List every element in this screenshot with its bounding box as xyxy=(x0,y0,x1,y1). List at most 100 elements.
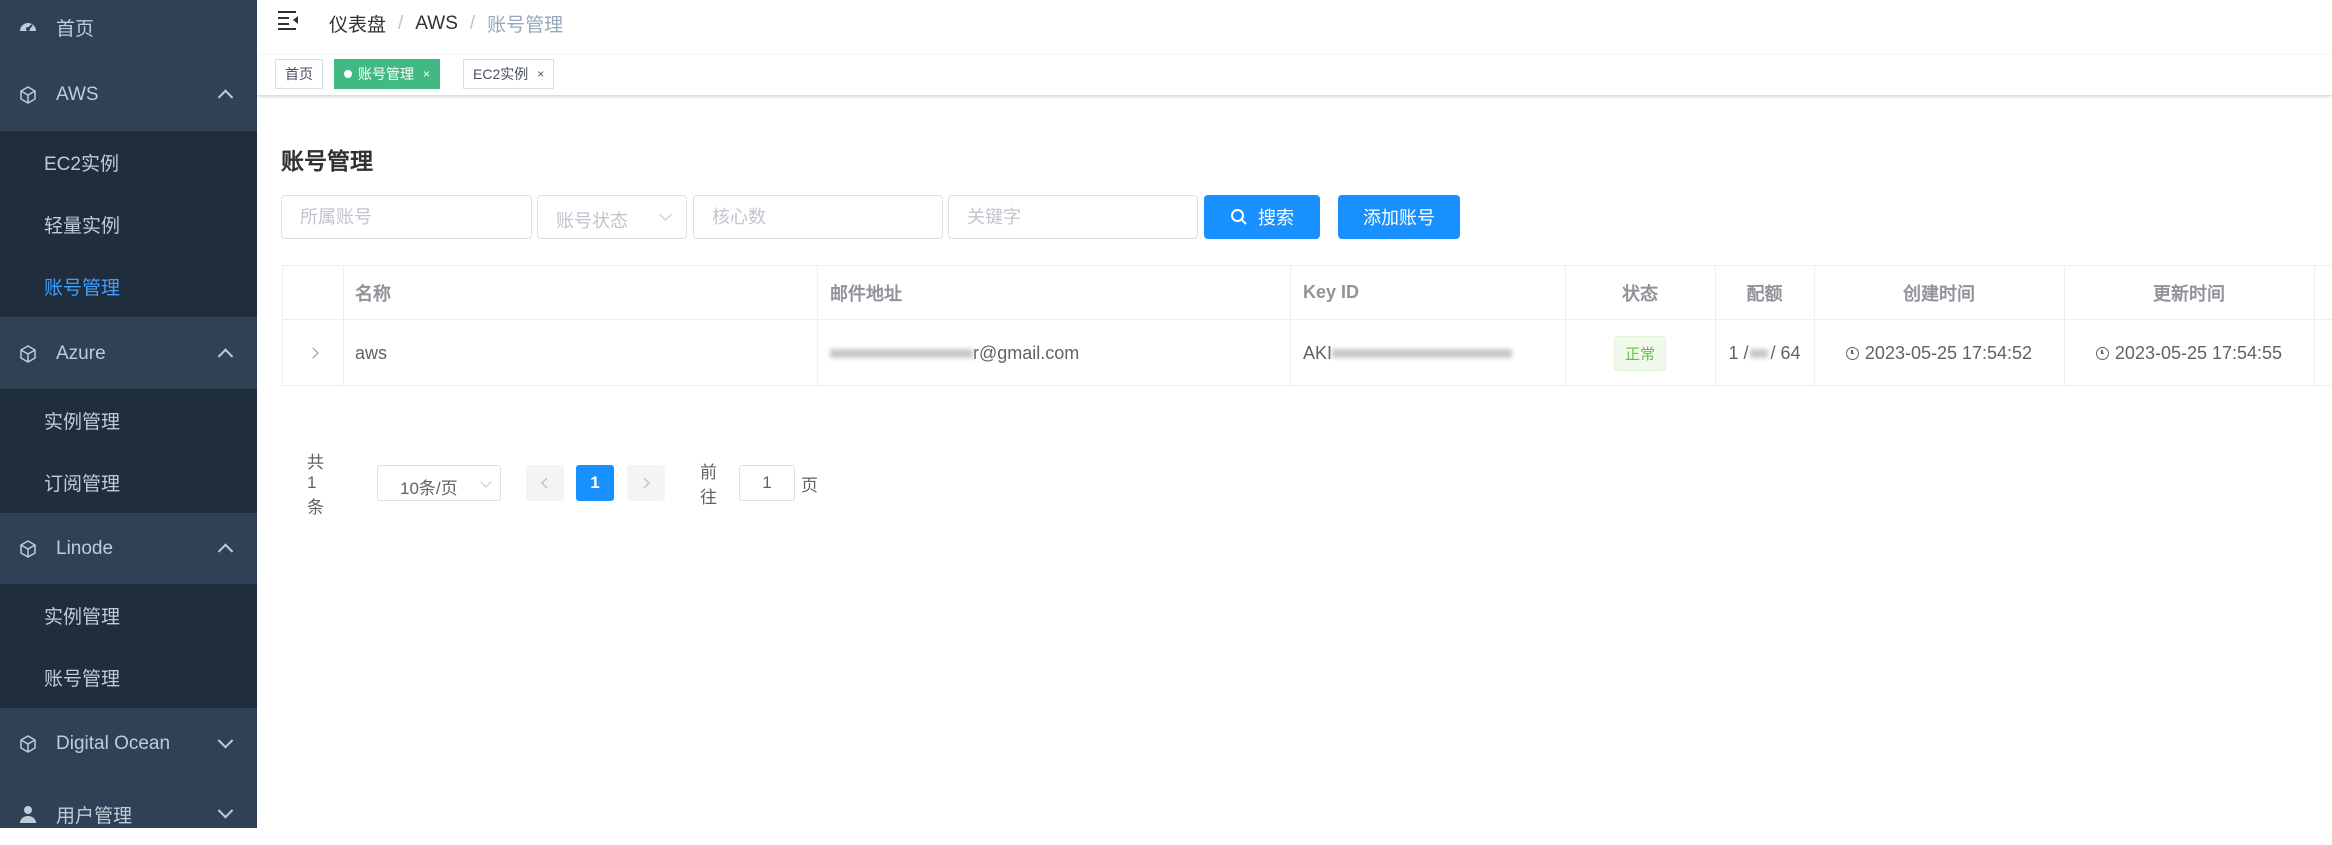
hamburger-icon[interactable] xyxy=(278,10,300,30)
chevron-down-icon xyxy=(659,208,672,221)
cell-key-id: AKI xyxy=(1303,320,1513,386)
breadcrumb-item-current: 账号管理 xyxy=(487,15,564,36)
accounts-table: 名称 邮件地址 Key ID 状态 配额 创建时间 更新时间 aws r@gma… xyxy=(282,265,2332,386)
sidebar-item-instances[interactable]: 实例管理 xyxy=(0,584,257,646)
quota-left: 1 / xyxy=(1728,342,1749,363)
table-border xyxy=(817,265,818,386)
column-header-key-id: Key ID xyxy=(1303,282,1360,302)
breadcrumb-item-dashboard[interactable]: 仪表盘 xyxy=(329,10,386,37)
cube-icon xyxy=(20,735,36,753)
table-border xyxy=(2314,265,2315,386)
pagination-total: 共 1 条 xyxy=(307,453,324,517)
column-header-name: 名称 xyxy=(355,283,391,304)
page-title: 账号管理 xyxy=(281,148,373,174)
cell-status: 正常 xyxy=(1565,320,1715,386)
cell-name: aws xyxy=(355,342,388,363)
search-icon xyxy=(1231,209,1247,225)
page-size-select[interactable]: 10条/页 xyxy=(377,465,501,501)
sidebar-item-label: EC2实例 xyxy=(44,153,119,175)
breadcrumb: 仪表盘 / AWS / 账号管理 xyxy=(329,10,563,37)
azure-submenu: 实例管理 订阅管理 xyxy=(0,389,257,513)
updated-time: 2023-05-25 17:54:55 xyxy=(2114,342,2283,363)
cell-created: 2023-05-25 17:54:52 xyxy=(1814,320,2064,386)
breadcrumb-separator: / xyxy=(469,12,476,34)
page-suffix: 页 xyxy=(801,475,818,495)
sidebar-item-instances[interactable]: 实例管理 xyxy=(0,389,257,451)
close-icon[interactable]: × xyxy=(537,67,544,81)
prev-page-button[interactable] xyxy=(526,465,564,501)
breadcrumb-separator: / xyxy=(398,12,404,34)
next-page-button[interactable] xyxy=(627,465,665,501)
tags-view: 首页 账号管理 × EC2实例 × xyxy=(257,55,2332,96)
cell-email: r@gmail.com xyxy=(830,320,1079,386)
close-icon[interactable]: × xyxy=(423,67,430,81)
sidebar-group-label: Azure xyxy=(56,343,106,364)
sidebar-item-subscriptions[interactable]: 订阅管理 xyxy=(0,451,257,513)
column-header-email: 邮件地址 xyxy=(830,283,902,304)
status-select[interactable]: 账号状态 xyxy=(537,195,687,239)
column-header-status: 状态 xyxy=(1622,283,1658,304)
tag-account-management[interactable]: 账号管理 × xyxy=(334,59,441,89)
cell-email-text: r@gmail.com xyxy=(973,342,1080,363)
column-header-created: 创建时间 xyxy=(1903,283,1975,304)
redacted-text xyxy=(1750,348,1769,358)
tag-ec2[interactable]: EC2实例 × xyxy=(463,59,555,89)
cube-icon xyxy=(20,86,36,104)
aws-submenu: EC2实例 轻量实例 账号管理 xyxy=(0,131,257,317)
status-badge: 正常 xyxy=(1613,335,1666,371)
sidebar-item-label: 首页 xyxy=(56,18,95,40)
sidebar-group-aws[interactable]: AWS xyxy=(0,64,257,126)
sidebar-item-label: 账号管理 xyxy=(44,277,121,299)
expand-cell xyxy=(282,320,343,386)
quota-right: / 64 xyxy=(1770,342,1801,363)
sidebar-item-label: 实例管理 xyxy=(44,606,121,628)
sidebar-group-linode[interactable]: Linode xyxy=(0,518,257,580)
user-icon xyxy=(20,806,36,823)
account-filter-input[interactable] xyxy=(281,195,532,239)
chevron-down-icon xyxy=(217,802,234,819)
cores-filter-input[interactable] xyxy=(693,195,943,239)
chevron-up-icon xyxy=(217,543,234,559)
sidebar-item-account-management[interactable]: 账号管理 xyxy=(0,255,257,317)
keyword-input[interactable] xyxy=(948,195,1198,239)
tag-label: 账号管理 xyxy=(358,66,414,82)
sidebar-group-azure[interactable]: Azure xyxy=(0,323,257,385)
search-button[interactable]: 搜索 xyxy=(1204,195,1320,239)
sidebar-group-label: AWS xyxy=(56,84,99,105)
add-account-button[interactable]: 添加账号 xyxy=(1338,195,1460,239)
goto-label: 前往 xyxy=(700,463,717,507)
page-number-current[interactable]: 1 xyxy=(576,465,614,501)
clock-icon xyxy=(1845,346,1859,360)
sidebar-item-accounts[interactable]: 账号管理 xyxy=(0,646,257,708)
cell-quota: 1 / / 64 xyxy=(1715,320,1814,386)
sidebar-item-label: 轻量实例 xyxy=(44,215,121,237)
chevron-down-icon xyxy=(480,476,492,488)
tag-label: 首页 xyxy=(285,66,313,82)
dashboard-icon xyxy=(20,23,36,31)
page-size-value: 10条/页 xyxy=(400,479,458,498)
cube-icon xyxy=(20,540,36,558)
sidebar-item-ec2[interactable]: EC2实例 xyxy=(0,131,257,193)
linode-submenu: 实例管理 账号管理 xyxy=(0,584,257,708)
sidebar-item-lightsail[interactable]: 轻量实例 xyxy=(0,193,257,255)
sidebar-group-label: Linode xyxy=(56,538,114,559)
cell-key-id-text: AKI xyxy=(1303,342,1333,363)
tag-home[interactable]: 首页 xyxy=(275,59,323,89)
goto-page-input[interactable] xyxy=(739,465,795,501)
navbar: 仪表盘 / AWS / 账号管理 xyxy=(257,0,2332,55)
active-dot-icon xyxy=(344,70,352,78)
search-button-label: 搜索 xyxy=(1258,208,1294,228)
chevron-down-icon xyxy=(217,732,234,749)
column-header-quota: 配额 xyxy=(1746,283,1783,304)
column-header-updated: 更新时间 xyxy=(2153,283,2225,304)
sidebar-group-users[interactable]: 用户管理 xyxy=(0,783,257,845)
breadcrumb-item-aws[interactable]: AWS xyxy=(415,13,458,35)
status-select-placeholder: 账号状态 xyxy=(556,211,628,231)
sidebar-group-label: Digital Ocean xyxy=(56,733,171,754)
chevron-up-icon xyxy=(217,348,234,364)
sidebar: 首页 AWS EC2实例 轻量实例 账号管理 Azure 实例管理 订阅管理 L… xyxy=(0,0,257,828)
sidebar-item-home[interactable]: 首页 xyxy=(0,0,257,58)
chevron-right-icon[interactable] xyxy=(306,347,319,359)
sidebar-group-digital-ocean[interactable]: Digital Ocean xyxy=(0,713,257,775)
tag-label: EC2实例 xyxy=(473,66,529,82)
